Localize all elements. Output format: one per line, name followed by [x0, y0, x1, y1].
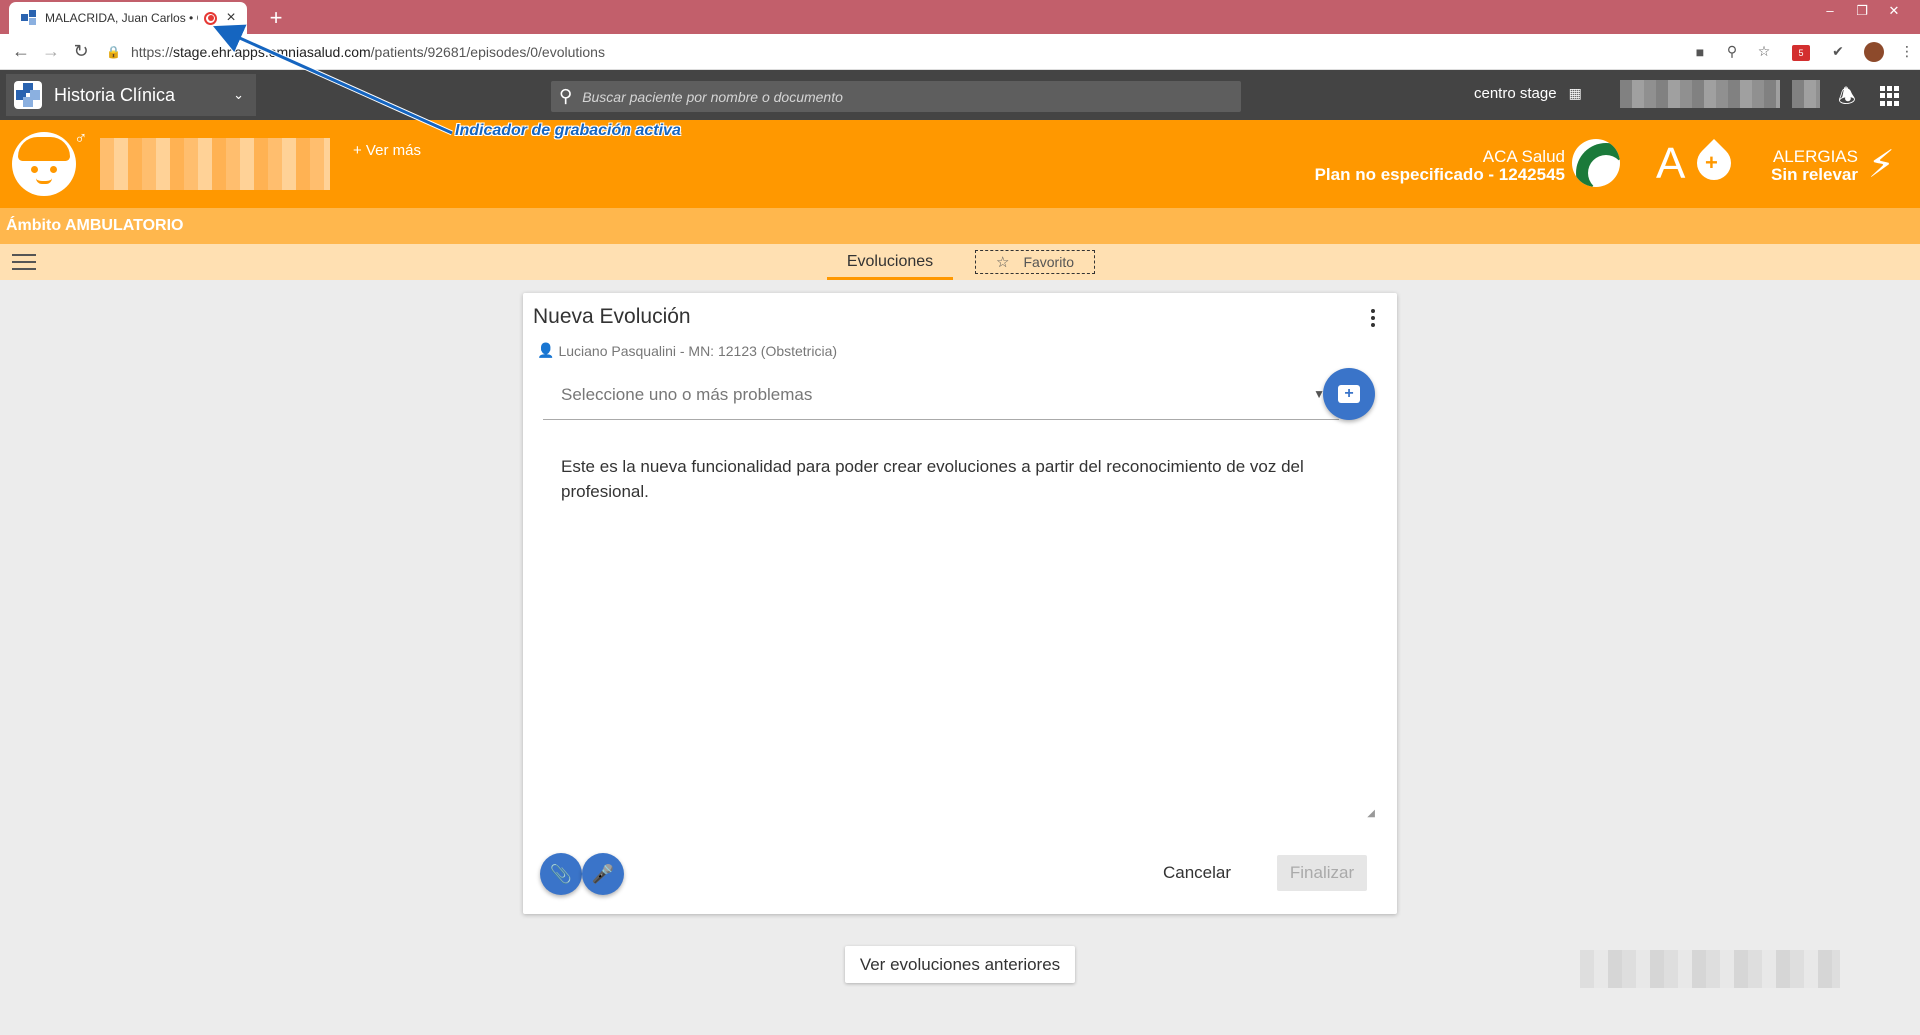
app-logo-icon [14, 81, 42, 109]
search-placeholder: Buscar paciente por nombre o documento [582, 88, 843, 105]
tab-evoluciones[interactable]: Evoluciones [827, 244, 953, 280]
scope-bar: Ámbito AMBULATORIO [0, 208, 1920, 244]
minimize-icon[interactable]: – [1814, 0, 1846, 22]
center-name: centro stage [1474, 85, 1557, 102]
menu-dots-icon[interactable]: ⋮ [1894, 43, 1920, 60]
extension-check-icon[interactable]: ✔ [1822, 43, 1854, 60]
browser-tabstrip: MALACRIDA, Juan Carlos • C × + – ❐ ✕ [0, 0, 1920, 34]
insurer-plan: Plan no especificado - 1242545 [1314, 165, 1565, 184]
problems-placeholder: Seleccione uno o más problemas [561, 385, 813, 404]
resize-grip-icon[interactable]: ◢ [1367, 801, 1375, 826]
attach-button[interactable]: 📎 [540, 853, 582, 895]
insurer-name: ACA Salud [1482, 147, 1565, 166]
professional-info: 👤 Luciano Pasqualini - MN: 12123 (Obstet… [537, 342, 837, 359]
more-options-icon[interactable] [1371, 309, 1377, 330]
app-header: Historia Clínica ⌄ ⚲ Buscar paciente por… [0, 70, 1920, 120]
allergies-label: ALERGIAS [1772, 147, 1858, 166]
back-icon[interactable]: ← [6, 41, 36, 62]
finalize-button[interactable]: Finalizar [1277, 855, 1367, 891]
tab-favorito[interactable]: ☆ Favorito [975, 250, 1095, 274]
medical-kit-icon: + [1338, 385, 1360, 403]
ver-mas-link[interactable]: + Ver más [353, 142, 421, 159]
patient-search-input[interactable]: ⚲ Buscar paciente por nombre o documento [551, 81, 1241, 112]
insurer-logo-icon [1572, 139, 1620, 187]
allergies-info[interactable]: ALERGIAS Sin relevar [1771, 148, 1858, 184]
footer-redacted [1580, 950, 1840, 988]
favicon-icon [21, 10, 37, 26]
url-path: /patients/92681/episodes/0/evolutions [370, 43, 605, 60]
browser-toolbar: ← → ↻ 🔒 https://stage.ehr.apps.omniasalu… [0, 34, 1920, 70]
blood-plus-icon: + [1705, 150, 1718, 175]
insurer-info: ACA Salud Plan no especificado - 1242545 [1315, 148, 1565, 184]
star-icon: ☆ [995, 254, 1010, 271]
reload-icon[interactable]: ↻ [66, 41, 96, 62]
evolution-textarea[interactable]: Este es la nueva funcionalidad para pode… [541, 428, 1379, 828]
male-gender-icon: ♂ [74, 128, 88, 148]
bookmark-star-icon[interactable]: ☆ [1748, 43, 1780, 60]
section-tabs-bar: Evoluciones ☆ Favorito [0, 244, 1920, 280]
paperclip-icon: 📎 [549, 863, 573, 884]
evolution-text: Este es la nueva funcionalidad para pode… [561, 457, 1304, 501]
card-title: Nueva Evolución [533, 305, 691, 328]
user-name-redacted [1620, 80, 1780, 108]
blood-type: A [1656, 139, 1686, 188]
tab-favorito-label: Favorito [1023, 254, 1075, 270]
cancel-button[interactable]: Cancelar [1153, 855, 1241, 891]
window-close-icon[interactable]: ✕ [1878, 0, 1910, 22]
patient-name-redacted [100, 138, 330, 190]
new-evolution-card: Nueva Evolución 👤 Luciano Pasqualini - M… [523, 293, 1397, 914]
apps-grid-icon[interactable] [1880, 86, 1900, 106]
forward-icon[interactable]: → [36, 41, 66, 62]
building-icon: ▦ [1568, 85, 1582, 101]
add-problem-button[interactable]: + [1323, 368, 1375, 420]
user-avatar-redacted[interactable] [1792, 80, 1820, 108]
professional-name: Luciano Pasqualini - MN: 12123 (Obstetri… [558, 342, 838, 359]
chevron-down-icon: ⌄ [233, 87, 244, 102]
recording-annotation-label: Indicador de grabación activa [455, 122, 681, 139]
recording-indicator-icon [204, 11, 217, 25]
profile-avatar[interactable] [1854, 41, 1894, 62]
patient-banner: ♂ + Ver más ACA Salud Plan no especifica… [0, 120, 1920, 208]
new-tab-button[interactable]: + [262, 4, 290, 32]
hamburger-menu-icon[interactable] [12, 254, 36, 275]
app-selector[interactable]: Historia Clínica ⌄ [6, 74, 256, 116]
allergies-value: Sin relevar [1771, 165, 1858, 184]
search-icon: ⚲ [559, 86, 573, 106]
tab-title: MALACRIDA, Juan Carlos • C [45, 11, 198, 25]
center-selector[interactable]: centro stage ▦ [1474, 85, 1582, 102]
camera-icon[interactable]: ■ [1684, 44, 1716, 60]
previous-evolutions-button[interactable]: Ver evoluciones anteriores [845, 946, 1075, 983]
patient-avatar [12, 132, 76, 196]
browser-tab[interactable]: MALACRIDA, Juan Carlos • C × [9, 2, 247, 34]
url-prefix: https:// [130, 43, 173, 60]
microphone-button[interactable]: 🎤 [582, 853, 624, 895]
lightning-icon: ⚡ [1868, 144, 1895, 186]
url-host: stage.ehr.apps.omniasalud.com [172, 43, 371, 60]
address-bar[interactable]: 🔒 https://stage.ehr.apps.omniasalud.com /… [106, 38, 1684, 66]
microphone-icon: 🎤 [591, 863, 615, 884]
person-icon: 👤 [537, 342, 555, 358]
tab-close-icon[interactable]: × [223, 9, 239, 27]
zoom-icon[interactable]: ⚲ [1716, 43, 1748, 60]
extension-icon[interactable]: 5 [1780, 43, 1822, 61]
extension-badge: 5 [1792, 44, 1810, 61]
app-name: Historia Clínica [54, 84, 176, 105]
notifications-bell-icon[interactable]: 🕭 [1838, 82, 1856, 116]
lock-icon: 🔒 [106, 44, 121, 59]
problems-select[interactable]: Seleccione uno o más problemas ▼ [543, 371, 1339, 420]
restore-icon[interactable]: ❐ [1846, 0, 1878, 22]
